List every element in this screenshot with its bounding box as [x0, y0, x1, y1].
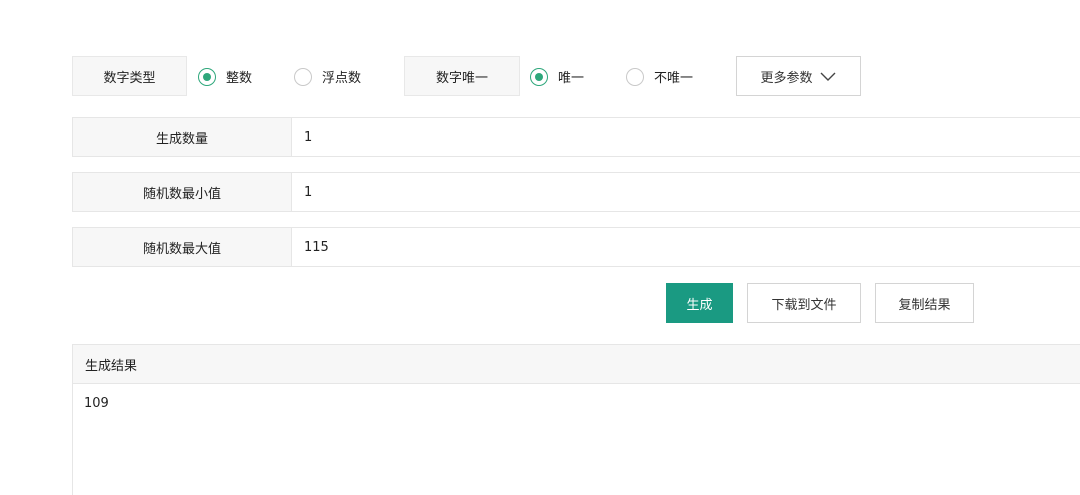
number-unique-label: 数字唯一 — [404, 56, 520, 96]
radio-unique[interactable]: 唯一 — [530, 67, 584, 86]
min-value-input[interactable]: 1 — [292, 173, 1080, 211]
radio-float[interactable]: 浮点数 — [294, 67, 361, 86]
more-params-label: 更多参数 — [760, 70, 813, 86]
radio-not-unique[interactable]: 不唯一 — [626, 67, 693, 86]
field-row-count: 生成数量 1 — [72, 117, 1080, 157]
radio-selected-icon — [530, 67, 548, 86]
chevron-down-icon — [820, 72, 835, 81]
field-row-max: 随机数最大值 115 — [72, 227, 1080, 267]
copy-result-button[interactable]: 复制结果 — [875, 283, 974, 323]
max-value-input[interactable]: 115 — [292, 228, 1080, 266]
radio-not-unique-label: 不唯一 — [654, 71, 694, 86]
field-row-min: 随机数最小值 1 — [72, 172, 1080, 212]
radio-unselected-icon — [626, 67, 644, 86]
download-button[interactable]: 下载到文件 — [747, 283, 861, 323]
number-type-label-text: 数字类型 — [103, 70, 156, 86]
result-textarea[interactable]: 109 — [72, 384, 1080, 495]
result-title: 生成结果 — [85, 358, 138, 374]
result-value: 109 — [84, 396, 109, 411]
field-label: 随机数最大值 — [73, 228, 292, 266]
count-input[interactable]: 1 — [292, 118, 1080, 156]
radio-integer-label: 整数 — [226, 71, 253, 86]
generate-button[interactable]: 生成 — [666, 283, 733, 323]
radio-unselected-icon — [294, 67, 312, 86]
field-label: 随机数最小值 — [73, 173, 292, 211]
more-params-button[interactable]: 更多参数 — [736, 56, 861, 96]
number-type-label: 数字类型 — [72, 56, 187, 96]
radio-selected-icon — [198, 67, 216, 86]
radio-float-label: 浮点数 — [322, 71, 362, 86]
radio-unique-label: 唯一 — [558, 71, 585, 86]
result-header: 生成结果 — [72, 344, 1080, 384]
field-label: 生成数量 — [73, 118, 292, 156]
radio-integer[interactable]: 整数 — [198, 67, 252, 86]
number-unique-label-text: 数字唯一 — [435, 70, 488, 86]
